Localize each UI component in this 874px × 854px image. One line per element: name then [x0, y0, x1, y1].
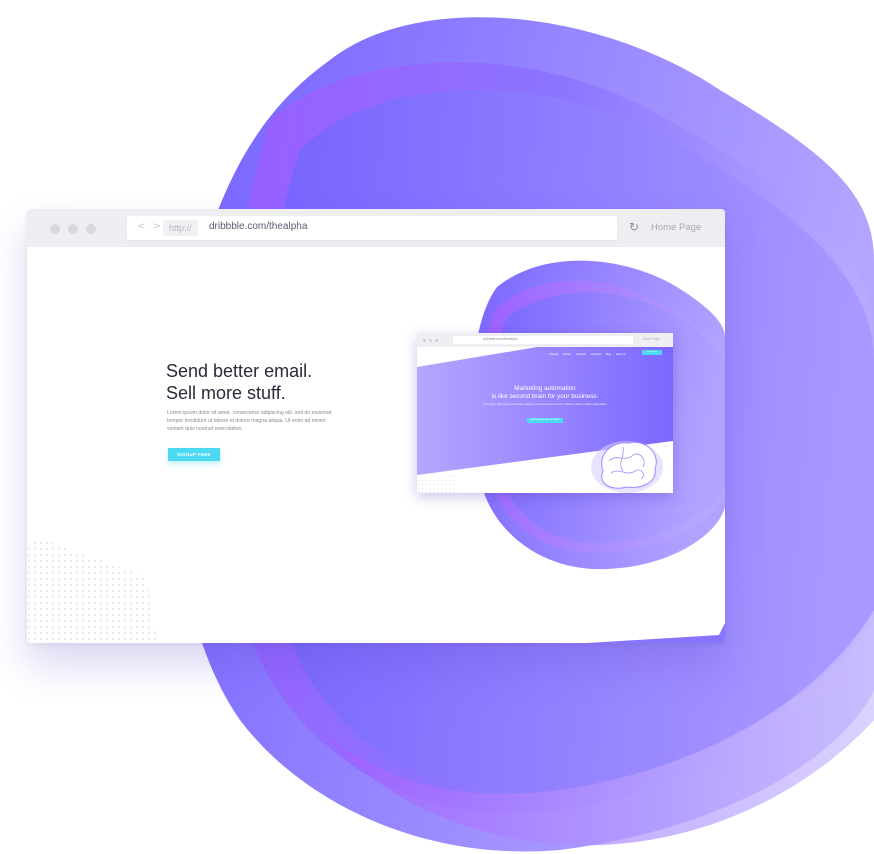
mini-dot — [423, 339, 426, 342]
mini-hero-title: Marketing automation is like second brai… — [457, 385, 633, 401]
mini-home-page-label: Home Page — [643, 336, 660, 341]
mini-cta-button: LEARN MORE ABOUT BRAIN — [527, 418, 563, 423]
back-forward-arrows-icon[interactable]: < > — [137, 221, 163, 232]
mini-hero-subtitle: Lorem ipsum dolor sit amet consectetur a… — [483, 404, 607, 406]
hero-headline: Send better email. Sell more stuff. — [166, 360, 312, 404]
mini-nav-item: About Us — [616, 353, 626, 356]
mini-nav-item: Strategic — [549, 353, 559, 356]
mini-dot — [429, 339, 432, 342]
address-bar[interactable]: < > http:// dribbble.com/thealpha — [127, 216, 617, 240]
mini-nav-item: Results — [563, 353, 571, 356]
url-text[interactable]: dribbble.com/thealpha — [209, 221, 307, 232]
url-protocol: http:// — [163, 220, 198, 236]
mini-browser-toolbar: dribbble.com/thealpha Home Page — [417, 333, 673, 347]
mini-title-line-1: Marketing automation — [514, 385, 576, 392]
headline-line-2: Sell more stuff. — [166, 383, 286, 403]
mini-address-bar: dribbble.com/thealpha — [453, 336, 633, 344]
browser-window: < > http:// dribbble.com/thealpha ↻ Home… — [27, 209, 725, 643]
mini-title-line-2: is like second brain for your business. — [491, 393, 599, 400]
headline-line-1: Send better email. — [166, 361, 313, 381]
mini-dot — [435, 339, 438, 342]
window-close-dot[interactable] — [50, 224, 60, 234]
hero-body-text: Lorem ipsum dolor sit amet, consectetur … — [167, 410, 332, 432]
window-minimize-dot[interactable] — [68, 224, 78, 234]
mini-url-text: dribbble.com/thealpha — [483, 337, 518, 341]
mini-nav-button: Free Trial — [642, 350, 662, 355]
mini-browser-mockup: dribbble.com/thealpha Home Page Strategi… — [417, 333, 673, 493]
home-page-link[interactable]: Home Page — [651, 222, 701, 233]
brain-illustration — [591, 441, 663, 493]
page-content: Send better email. Sell more stuff. Lore… — [27, 247, 725, 643]
mini-nav-item: Industries — [591, 353, 602, 356]
mini-nav-item: Channels — [576, 353, 587, 356]
signup-free-button[interactable]: SIGNUP FREE — [168, 448, 220, 461]
reload-icon[interactable]: ↻ — [629, 220, 639, 234]
window-maximize-dot[interactable] — [86, 224, 96, 234]
mini-nav-item: Blog — [606, 353, 611, 356]
browser-toolbar: < > http:// dribbble.com/thealpha ↻ Home… — [27, 209, 725, 247]
